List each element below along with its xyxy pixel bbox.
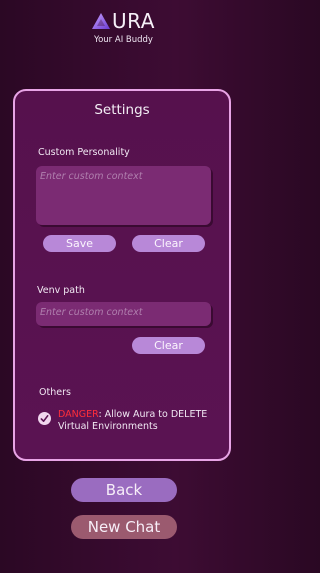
danger-label: DANGER: [58, 409, 99, 420]
settings-panel: Settings Custom Personality Enter custom…: [13, 89, 231, 461]
custom-personality-label: Custom Personality: [38, 147, 130, 158]
delete-venv-checkbox[interactable]: [38, 412, 51, 425]
venv-path-label: Venv path: [37, 285, 85, 296]
app-title: URA: [112, 9, 155, 33]
custom-personality-input[interactable]: Enter custom context: [36, 166, 211, 225]
checkmark-icon: [40, 414, 49, 423]
app-tagline: Your AI Buddy: [94, 35, 153, 45]
new-chat-button[interactable]: New Chat: [71, 515, 177, 539]
save-button[interactable]: Save: [43, 235, 116, 252]
custom-personality-placeholder: Enter custom context: [40, 171, 143, 182]
venv-path-placeholder: Enter custom context: [40, 307, 143, 318]
others-label: Others: [39, 387, 71, 398]
clear-venv-button[interactable]: Clear: [132, 337, 205, 354]
clear-personality-button[interactable]: Clear: [132, 235, 205, 252]
logo: URA: [0, 10, 247, 32]
triangle-logo-icon: [92, 13, 111, 29]
delete-venv-text: DANGER: Allow Aura to DELETE Virtual Env…: [58, 409, 218, 433]
venv-path-input[interactable]: Enter custom context: [36, 302, 211, 326]
app-header: URA Your AI Buddy: [0, 10, 247, 45]
settings-title: Settings: [94, 102, 150, 118]
back-button[interactable]: Back: [71, 478, 177, 502]
